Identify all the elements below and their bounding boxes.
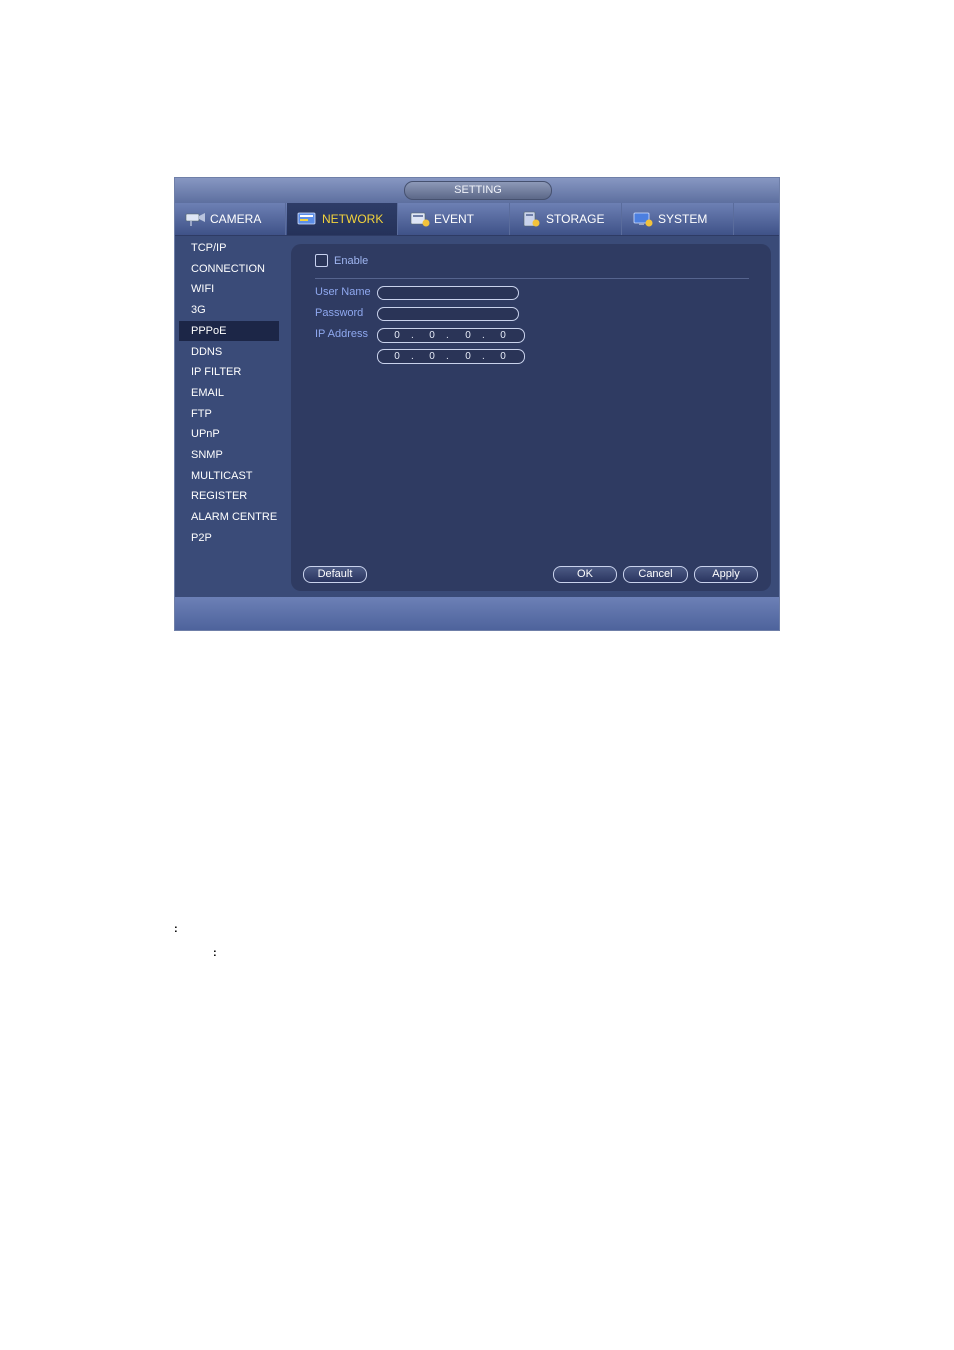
password-label: Password — [315, 307, 364, 319]
ip-octet: 0 — [500, 351, 506, 362]
tab-label: STORAGE — [546, 212, 605, 226]
window-title: SETTING — [404, 181, 552, 200]
note-colon-indented: : — [213, 947, 217, 959]
event-icon — [410, 212, 430, 227]
sidebar-item-alarm-centre[interactable]: ALARM CENTRE — [179, 507, 279, 527]
ip-octet: 0 — [429, 351, 435, 362]
enable-checkbox[interactable] — [315, 254, 328, 267]
ip-dot: . — [446, 330, 449, 341]
default-button[interactable]: Default — [303, 566, 367, 583]
sidebar-item-pppoe[interactable]: PPPoE — [179, 321, 279, 341]
tab-label: EVENT — [434, 212, 475, 226]
system-icon — [633, 212, 653, 227]
tab-network[interactable]: NETWORK — [287, 203, 398, 235]
ip-octet: 0 — [500, 330, 506, 341]
username-input[interactable] — [377, 286, 519, 300]
sidebar-item-ftp[interactable]: FTP — [179, 404, 279, 424]
tab-event[interactable]: EVENT — [399, 203, 510, 235]
ip-octet: 0 — [394, 351, 400, 362]
tab-label: SYSTEM — [658, 212, 708, 226]
tab-camera[interactable]: CAMERA — [175, 203, 286, 235]
sidebar-item-upnp[interactable]: UPnP — [179, 424, 279, 444]
sidebar-item-ddns[interactable]: DDNS — [179, 342, 279, 362]
ip-octet: 0 — [465, 330, 471, 341]
pppoe-panel: Enable User Name Password IP Address 0 .… — [291, 244, 771, 591]
sidebar-item-3g[interactable]: 3G — [179, 300, 279, 320]
apply-button[interactable]: Apply — [694, 566, 758, 583]
enable-label: Enable — [334, 254, 369, 267]
ip-octet: 0 — [465, 351, 471, 362]
ip-dot: . — [482, 351, 485, 362]
tab-storage[interactable]: STORAGE — [511, 203, 622, 235]
tab-system[interactable]: SYSTEM — [623, 203, 734, 235]
footer-bar — [175, 597, 779, 630]
sidebar-item-connection[interactable]: CONNECTION — [179, 259, 279, 279]
ip-dot: . — [411, 330, 414, 341]
ip-dot: . — [446, 351, 449, 362]
divider — [315, 278, 749, 279]
username-label: User Name — [315, 286, 371, 298]
note-colon: : — [174, 923, 178, 935]
sidebar-item-snmp[interactable]: SNMP — [179, 445, 279, 465]
ip-dot: . — [482, 330, 485, 341]
sidebar-item-wifi[interactable]: WIFI — [179, 279, 279, 299]
ip-address-input[interactable]: 0 . 0 . 0 . 0 — [377, 328, 525, 343]
sidebar-item-multicast[interactable]: MULTICAST — [179, 466, 279, 486]
sidebar-item-email[interactable]: EMAIL — [179, 383, 279, 403]
sidebar-item-p2p[interactable]: P2P — [179, 528, 279, 548]
title-bar: SETTING — [175, 178, 779, 203]
ip-address-input-secondary[interactable]: 0 . 0 . 0 . 0 — [377, 349, 525, 364]
sidebar-item-tcpip[interactable]: TCP/IP — [179, 238, 279, 258]
network-sidebar: TCP/IP CONNECTION WIFI 3G PPPoE DDNS IP … — [175, 236, 290, 596]
ip-octet: 0 — [429, 330, 435, 341]
sidebar-item-ip-filter[interactable]: IP FILTER — [179, 362, 279, 382]
tab-label: CAMERA — [210, 212, 262, 226]
ip-address-label: IP Address — [315, 328, 368, 340]
camera-icon — [185, 213, 205, 226]
ip-octet: 0 — [394, 330, 400, 341]
sidebar-item-register[interactable]: REGISTER — [179, 486, 279, 506]
ip-dot: . — [411, 351, 414, 362]
password-input[interactable] — [377, 307, 519, 321]
settings-window: SETTING CAMERA NETWORK EVENT STORAGE SYS… — [174, 177, 780, 631]
network-icon — [297, 212, 316, 225]
storage-icon — [523, 211, 540, 227]
enable-row: Enable — [315, 254, 368, 267]
main-tab-bar: CAMERA NETWORK EVENT STORAGE SYSTEM — [175, 203, 779, 236]
tab-label: NETWORK — [322, 212, 384, 226]
cancel-button[interactable]: Cancel — [623, 566, 688, 583]
ok-button[interactable]: OK — [553, 566, 617, 583]
